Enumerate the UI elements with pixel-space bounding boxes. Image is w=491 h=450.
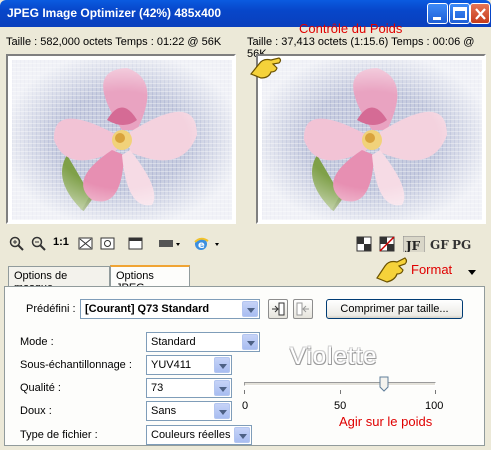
no-transparency-icon[interactable]	[379, 236, 397, 252]
quality-field[interactable]: 73	[146, 378, 232, 398]
subsampling-label: Sous-échantillonnage :	[20, 359, 132, 371]
pointing-hand-icon	[376, 257, 408, 283]
close-icon	[475, 8, 486, 20]
gif-format-icon[interactable]: GF	[429, 236, 449, 252]
filetype-select[interactable]: Couleurs réelles	[146, 425, 252, 445]
annotation-format: Format	[411, 262, 453, 277]
smooth-label: Doux :	[20, 405, 52, 417]
optimized-preview[interactable]	[256, 54, 486, 224]
slider-max-label: 100	[425, 400, 444, 412]
browser-preview-icon[interactable]: e	[193, 236, 223, 252]
filetype-label: Type de fichier :	[20, 429, 98, 441]
pointing-hand-icon	[250, 57, 282, 79]
quality-label: Qualité :	[20, 382, 61, 394]
zoom-out-icon[interactable]	[31, 236, 47, 252]
mode-select[interactable]: Standard	[146, 332, 260, 352]
preset-label: Prédéfini :	[26, 303, 76, 315]
slider-min-label: 0	[242, 400, 249, 412]
svg-text:e: e	[198, 240, 205, 251]
maximize-icon	[453, 7, 467, 20]
compress-by-size-button[interactable]: Comprimer par taille...	[326, 299, 463, 319]
checker-icon[interactable]	[356, 236, 372, 252]
fit-window-icon[interactable]	[78, 236, 94, 252]
load-preset-button[interactable]	[268, 299, 288, 319]
png-format-icon[interactable]: PG	[451, 236, 473, 252]
annotation-weight-control: Contrôle du Poids	[299, 21, 403, 36]
svg-text:PG: PG	[452, 238, 471, 252]
chevron-down-icon	[242, 301, 258, 317]
watermark-text: Violette	[290, 343, 378, 370]
preset-select[interactable]: [Courant] Q73 Standard	[80, 299, 260, 319]
flower-image	[12, 60, 232, 220]
svg-text:GF: GF	[430, 238, 449, 252]
zoom-in-icon[interactable]	[9, 236, 25, 252]
flower-image-optimized	[262, 60, 482, 220]
chevron-down-icon	[214, 357, 230, 373]
annotation-act-on-weight: Agir sur le poids	[339, 414, 433, 429]
chevron-down-icon	[242, 334, 258, 350]
delete-preset-icon	[296, 302, 309, 316]
mode-label: Mode :	[20, 336, 54, 348]
tab-jpeg-options[interactable]: Options JPEG	[110, 265, 190, 294]
svg-text:JF: JF	[405, 239, 421, 252]
chevron-down-icon	[214, 380, 230, 396]
slider-tick	[244, 390, 245, 394]
close-button[interactable]	[470, 3, 490, 24]
original-size-info: Taille : 582,000 octets Temps : 01:22 @ …	[6, 36, 222, 48]
window-title: JPEG Image Optimizer (42%) 485x400	[7, 6, 222, 20]
zoom-reset-button[interactable]: 1:1	[53, 236, 69, 252]
tab-mask-options[interactable]: Options de masque	[8, 266, 110, 294]
title-bar: JPEG Image Optimizer (42%) 485x400	[0, 0, 491, 27]
load-preset-icon	[272, 302, 285, 316]
quality-slider-track[interactable]	[244, 382, 436, 386]
background-color-icon[interactable]	[158, 236, 182, 252]
panel-menu-arrow-icon[interactable]	[467, 268, 477, 276]
minimize-icon	[433, 17, 441, 20]
slider-tick	[340, 390, 341, 394]
original-image	[12, 60, 232, 220]
minimize-button[interactable]	[427, 3, 448, 24]
pan-icon[interactable]	[100, 236, 116, 252]
smooth-select[interactable]: Sans	[146, 401, 232, 421]
quality-slider-thumb[interactable]	[379, 376, 389, 392]
jpeg-format-icon[interactable]: JF	[403, 236, 425, 252]
slider-tick	[435, 390, 436, 394]
slider-mid-label: 50	[334, 400, 347, 412]
optimized-image	[262, 60, 482, 220]
original-preview[interactable]	[6, 54, 236, 224]
delete-preset-button[interactable]	[293, 299, 313, 319]
subsampling-select[interactable]: YUV411	[146, 355, 232, 375]
maximize-button[interactable]	[449, 3, 470, 24]
window-view-icon[interactable]	[128, 236, 144, 252]
chevron-down-icon	[234, 427, 250, 443]
chevron-down-icon	[214, 403, 230, 419]
